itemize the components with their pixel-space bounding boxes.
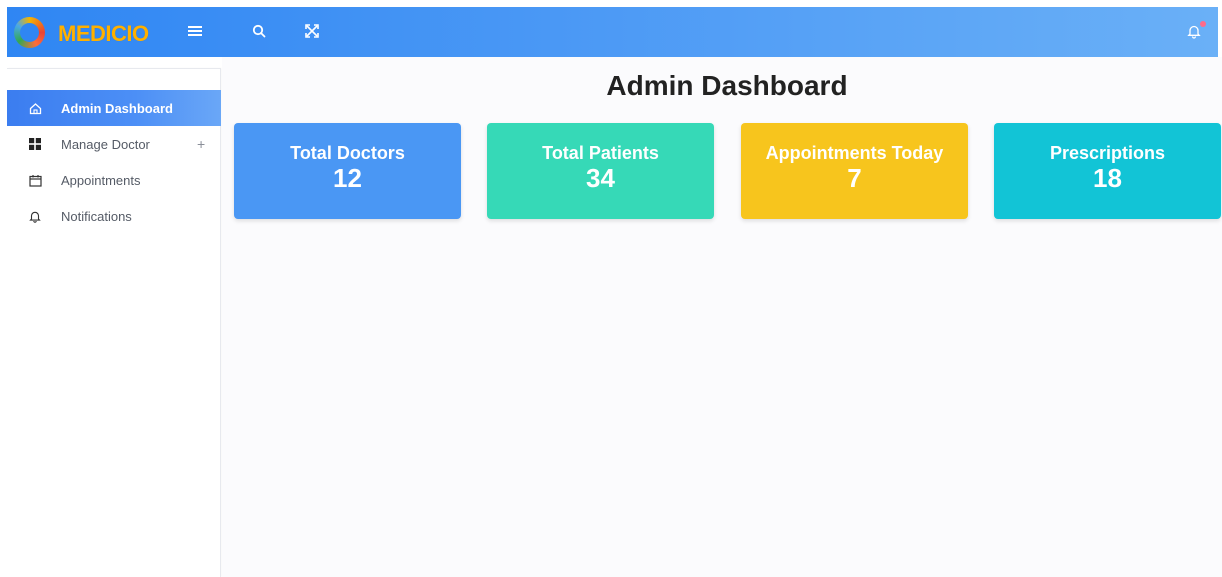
calendar-icon (27, 172, 43, 188)
notification-dot (1200, 21, 1206, 27)
grid-icon (27, 136, 43, 152)
stat-card-total-patients[interactable]: Total Patients 34 (487, 123, 714, 219)
stat-card-prescriptions[interactable]: Prescriptions 18 (994, 123, 1221, 219)
fullscreen-icon[interactable] (300, 19, 324, 43)
sidebar-item-label: Admin Dashboard (61, 100, 173, 116)
search-icon[interactable] (247, 19, 271, 43)
expand-plus-icon[interactable]: + (197, 136, 205, 152)
logo-icon (14, 17, 45, 48)
card-title: Prescriptions (1049, 143, 1166, 163)
bell-icon (27, 208, 43, 224)
sidebar-item-manage-doctor[interactable]: Manage Doctor + (7, 126, 221, 162)
menu-icon[interactable] (183, 19, 207, 43)
card-title: Appointments Today (765, 143, 944, 163)
card-title: Total Doctors (290, 143, 405, 163)
card-value: 34 (586, 163, 615, 193)
sidebar-item-label: Notifications (61, 208, 132, 224)
card-value: 7 (847, 163, 862, 193)
card-value: 18 (1093, 163, 1122, 193)
page-title: Admin Dashboard (606, 70, 848, 101)
card-value: 12 (333, 163, 362, 193)
sidebar-item-label: Manage Doctor (61, 136, 150, 152)
stat-card-total-doctors[interactable]: Total Doctors 12 (234, 123, 461, 219)
sidebar: Admin Dashboard Manage Doctor + Appointm… (7, 68, 221, 577)
top-bar: MEDICIO (7, 7, 1218, 57)
brand-name: MEDICIO (58, 21, 149, 46)
notification-bell-icon[interactable] (1182, 19, 1206, 43)
sidebar-item-admin-dashboard[interactable]: Admin Dashboard (7, 90, 221, 126)
card-title: Total Patients (542, 143, 659, 163)
sidebar-item-appointments[interactable]: Appointments (7, 162, 221, 198)
home-icon (27, 100, 43, 116)
sidebar-item-notifications[interactable]: Notifications (7, 198, 221, 234)
stat-card-appointments-today[interactable]: Appointments Today 7 (741, 123, 968, 219)
sidebar-item-label: Appointments (61, 172, 141, 188)
